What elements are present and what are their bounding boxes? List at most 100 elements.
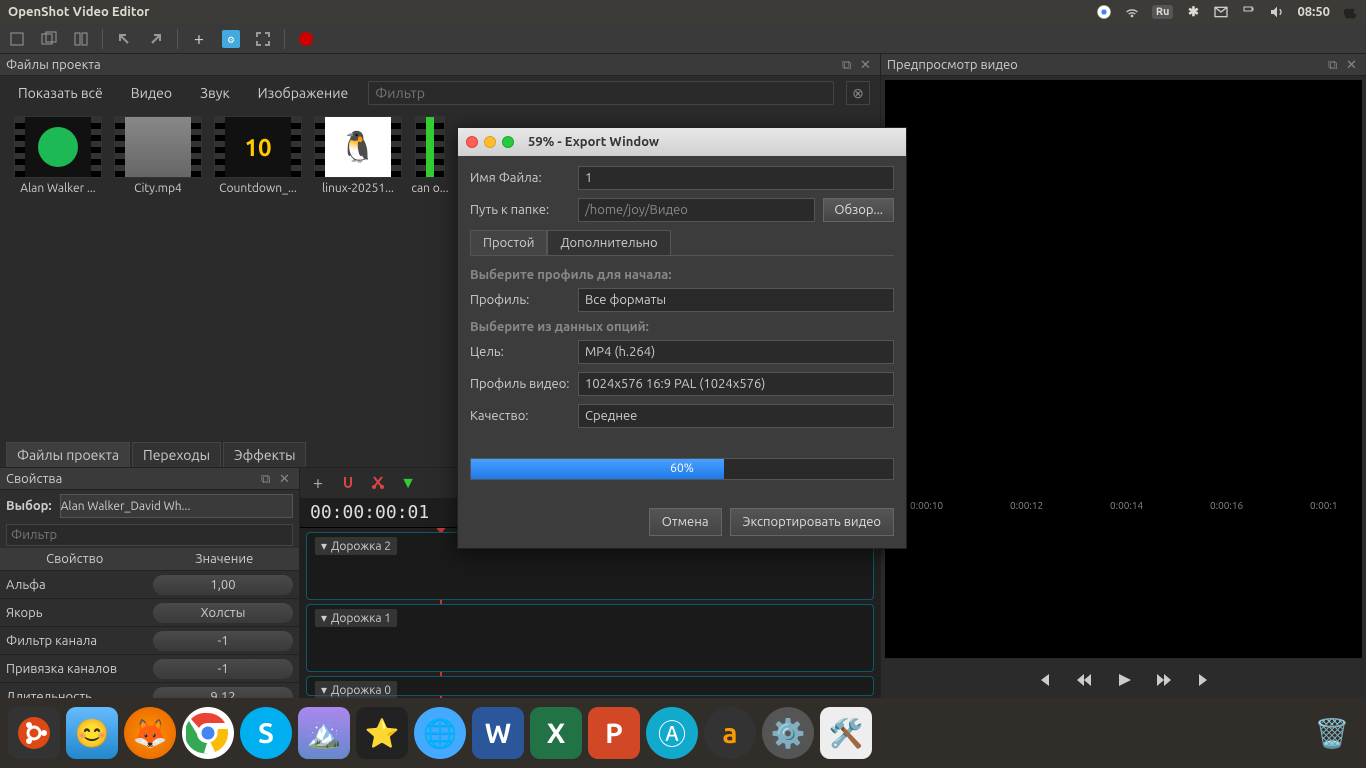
- lang-indicator[interactable]: Ru: [1152, 5, 1174, 19]
- track[interactable]: ▾Дорожка 0: [306, 676, 874, 696]
- vprofile-select[interactable]: 1024x576 16:9 PAL (1024x576): [578, 372, 894, 396]
- dock-skype[interactable]: S: [240, 707, 292, 759]
- path-input[interactable]: [578, 198, 815, 222]
- wifi-icon[interactable]: [1124, 4, 1140, 20]
- dock-excel[interactable]: X: [530, 707, 582, 759]
- export-button[interactable]: Экспортировать видео: [730, 508, 894, 536]
- filter-image[interactable]: Изображение: [250, 81, 357, 105]
- thumb-item[interactable]: Alan Walker ...: [10, 116, 106, 204]
- system-menubar: OpenShot Video Editor Ru ✱ 08:50: [0, 0, 1366, 24]
- jump-end-button[interactable]: [1193, 669, 1215, 691]
- add-button[interactable]: +: [188, 28, 210, 50]
- main-toolbar: + ⚙: [0, 24, 1366, 54]
- jump-start-button[interactable]: [1033, 669, 1055, 691]
- preview-viewport[interactable]: [885, 80, 1362, 658]
- filename-input[interactable]: [578, 166, 894, 190]
- toolbar-btn-2[interactable]: [38, 28, 60, 50]
- prop-row[interactable]: Привязка каналов-1: [0, 655, 299, 683]
- prop-row[interactable]: Альфа1,00: [0, 571, 299, 599]
- prop-row[interactable]: Длительность9,12: [0, 683, 299, 698]
- prop-row[interactable]: ЯкорьХолсты: [0, 599, 299, 627]
- chrome-icon[interactable]: [1096, 4, 1112, 20]
- dock-amazon[interactable]: a: [704, 707, 756, 759]
- maximize-window-button[interactable]: [502, 136, 514, 148]
- clock[interactable]: 08:50: [1297, 5, 1330, 19]
- record-button[interactable]: [295, 28, 317, 50]
- fullscreen-button[interactable]: [252, 28, 274, 50]
- tab-transitions[interactable]: Переходы: [132, 442, 221, 467]
- dock-ubuntu[interactable]: [8, 707, 60, 759]
- track[interactable]: ▾Дорожка 1: [306, 604, 874, 672]
- profile-label: Профиль:: [470, 293, 570, 307]
- thumb-item[interactable]: 10Countdown_...: [210, 116, 306, 204]
- close-icon[interactable]: ✕: [1346, 58, 1360, 72]
- snap-button[interactable]: [338, 473, 358, 493]
- dock-finder[interactable]: 😊: [66, 707, 118, 759]
- undo-button[interactable]: [113, 28, 135, 50]
- dock-photos[interactable]: 🏔️: [298, 707, 350, 759]
- apple-icon[interactable]: [1342, 4, 1358, 20]
- play-button[interactable]: [1113, 669, 1135, 691]
- mail-icon[interactable]: [1213, 4, 1229, 20]
- tracks-area[interactable]: ▾Дорожка 2 ▾Дорожка 1 ▾Дорожка 0: [300, 528, 880, 698]
- tab-effects[interactable]: Эффекты: [223, 442, 306, 467]
- profile-select[interactable]: Все форматы: [578, 288, 894, 312]
- add-track-button[interactable]: +: [308, 473, 328, 493]
- rewind-button[interactable]: [1073, 669, 1095, 691]
- chevron-down-icon: ▾: [321, 683, 327, 697]
- toolbar-btn-1[interactable]: [6, 28, 28, 50]
- dock-appstore[interactable]: Ⓐ: [646, 707, 698, 759]
- dock-chrome[interactable]: [182, 707, 234, 759]
- props-filter-input[interactable]: [6, 524, 293, 546]
- dock-firefox[interactable]: 🦊: [124, 707, 176, 759]
- section-label: Выберите профиль для начала:: [470, 268, 894, 282]
- clip-select[interactable]: Alan Walker_David Wh...: [60, 494, 293, 518]
- toolbar-btn-3[interactable]: [70, 28, 92, 50]
- filename-label: Имя Файла:: [470, 171, 570, 185]
- close-icon[interactable]: ✕: [860, 58, 874, 72]
- filter-input[interactable]: [368, 81, 834, 105]
- redo-button[interactable]: [145, 28, 167, 50]
- dock-word[interactable]: W: [472, 707, 524, 759]
- bluetooth-icon[interactable]: ✱: [1185, 4, 1201, 20]
- properties-panel: Свойства ⧉ ✕ Выбор: Alan Walker_David Wh…: [0, 468, 300, 698]
- project-files-header: Файлы проекта ⧉ ✕: [0, 54, 880, 76]
- dock-tools[interactable]: 🛠️: [820, 707, 872, 759]
- marker-button[interactable]: ▼: [398, 473, 418, 493]
- thumb-item[interactable]: City.mp4: [110, 116, 206, 204]
- dock-settings[interactable]: ⚙️: [762, 707, 814, 759]
- tab-simple[interactable]: Простой: [470, 230, 547, 255]
- dock-imovie[interactable]: ⭐: [356, 707, 408, 759]
- filter-all[interactable]: Показать всё: [10, 81, 111, 105]
- detach-icon[interactable]: ⧉: [261, 472, 275, 486]
- quality-select[interactable]: Среднее: [578, 404, 894, 428]
- minimize-window-button[interactable]: [484, 136, 496, 148]
- target-select[interactable]: MP4 (h.264): [578, 340, 894, 364]
- files-filter-bar: Показать всё Видео Звук Изображение ⊗: [0, 76, 880, 110]
- close-window-button[interactable]: [466, 136, 478, 148]
- tab-files[interactable]: Файлы проекта: [6, 442, 130, 467]
- dock-browser[interactable]: 🌐: [414, 707, 466, 759]
- detach-icon[interactable]: ⧉: [842, 58, 856, 72]
- razor-button[interactable]: [368, 473, 388, 493]
- dock-powerpoint[interactable]: P: [588, 707, 640, 759]
- quality-label: Качество:: [470, 409, 570, 423]
- cancel-button[interactable]: Отмена: [649, 508, 722, 536]
- volume-icon[interactable]: [1269, 4, 1285, 20]
- close-icon[interactable]: ✕: [279, 472, 293, 486]
- dock-trash[interactable]: 🗑️: [1306, 707, 1358, 759]
- vprofile-label: Профиль видео:: [470, 377, 570, 391]
- thumb-item[interactable]: can o...: [410, 116, 450, 204]
- detach-icon[interactable]: ⧉: [1328, 58, 1342, 72]
- filter-audio[interactable]: Звук: [192, 81, 238, 105]
- dialog-titlebar[interactable]: 59% - Export Window: [458, 128, 906, 156]
- browse-button[interactable]: Обзор...: [823, 198, 894, 222]
- prop-row[interactable]: Фильтр канала-1: [0, 627, 299, 655]
- forward-button[interactable]: [1153, 669, 1175, 691]
- battery-icon[interactable]: [1241, 4, 1257, 20]
- filter-video[interactable]: Видео: [123, 81, 180, 105]
- tab-advanced[interactable]: Дополнительно: [547, 230, 670, 255]
- profile-button[interactable]: ⚙: [220, 28, 242, 50]
- clear-filter-button[interactable]: ⊗: [846, 81, 870, 105]
- properties-table: СвойствоЗначение Альфа1,00 ЯкорьХолсты Ф…: [0, 548, 299, 698]
